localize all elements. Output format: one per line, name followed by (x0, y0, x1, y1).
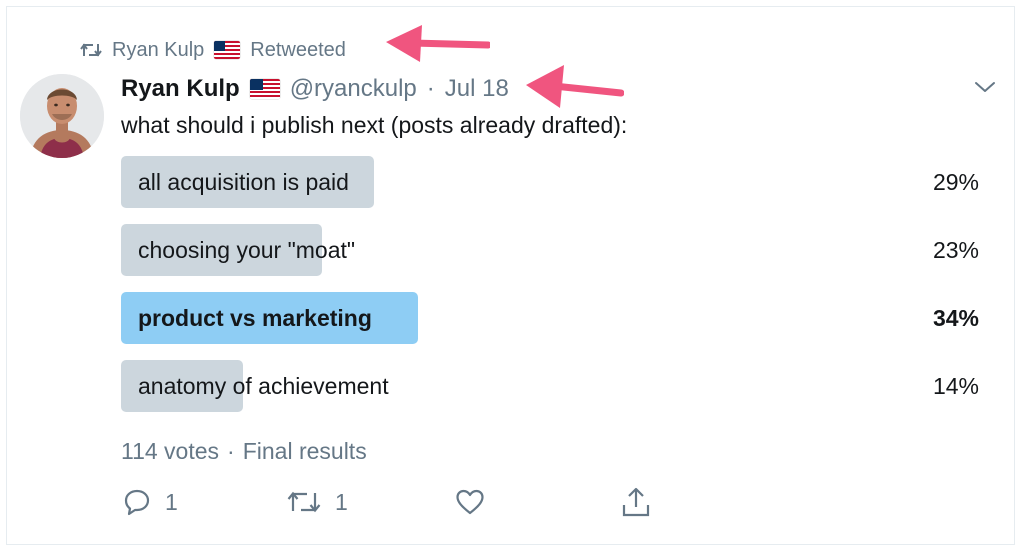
poll-option-label: choosing your "moat" (138, 237, 356, 263)
reply-button[interactable]: 1 (123, 484, 178, 520)
like-button[interactable] (455, 484, 485, 520)
poll-option-label: all acquisition is paid (138, 169, 349, 195)
separator-dot: · (426, 75, 435, 102)
display-name[interactable]: Ryan Kulp (121, 75, 240, 103)
share-button[interactable] (621, 484, 651, 520)
tweet-header: Ryan Kulp @ryanckulp · Jul 18 (121, 72, 509, 106)
share-icon (621, 486, 651, 518)
reply-icon (123, 488, 151, 516)
poll-option-percent: 29% (932, 169, 979, 195)
avatar[interactable] (20, 74, 104, 158)
poll-option: choosing your "moat" 23% (121, 224, 983, 276)
user-handle[interactable]: @ryanckulp (290, 75, 417, 103)
us-flag-icon (249, 79, 280, 99)
separator-dot: · (227, 438, 235, 464)
heart-icon (455, 488, 485, 516)
poll-option-percent: 14% (932, 373, 979, 399)
poll-option-label: anatomy of achievement (138, 373, 389, 399)
retweeted-label: Retweeted (250, 38, 346, 61)
poll-votes: 114 votes (121, 438, 220, 464)
annotation-arrow-icon (386, 25, 490, 62)
poll-option: all acquisition is paid 29% (121, 156, 983, 208)
retweet-count: 1 (335, 488, 348, 515)
poll-option-winner: product vs marketing 34% (121, 292, 983, 344)
poll-option-percent: 23% (932, 237, 979, 263)
annotation-arrow-icon (526, 65, 624, 108)
chevron-down-icon[interactable] (974, 80, 996, 99)
retweeter-name[interactable]: Ryan Kulp (112, 39, 204, 62)
poll-summary: 114 votes · Final results (121, 438, 367, 465)
retweet-icon (287, 489, 321, 515)
retweet-icon (80, 41, 102, 59)
retweet-context: Ryan Kulp Retweeted (80, 36, 346, 64)
us-flag-icon (214, 41, 241, 59)
reply-count: 1 (165, 488, 178, 515)
poll-option-percent: 34% (932, 305, 979, 331)
tweet-text: what should i publish next (posts alread… (121, 112, 628, 138)
retweet-button[interactable]: 1 (287, 484, 348, 520)
poll-option-label: product vs marketing (138, 305, 372, 331)
poll-status: Final results (242, 438, 367, 464)
poll-option: anatomy of achievement 14% (121, 360, 983, 412)
tweet-date[interactable]: Jul 18 (445, 75, 509, 103)
tweet-actions: 1 1 (121, 484, 681, 520)
